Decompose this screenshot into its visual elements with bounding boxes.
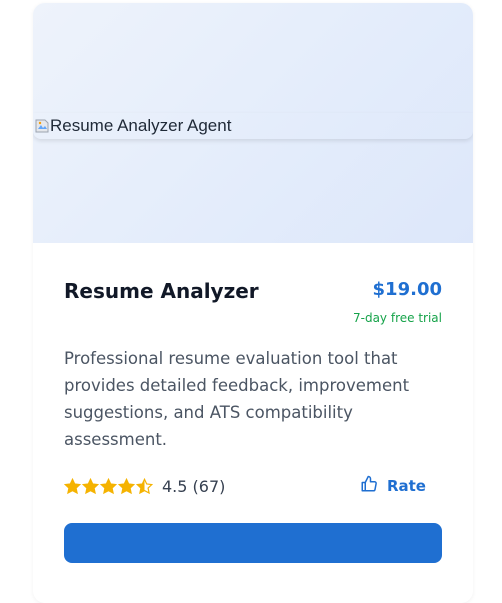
- star-icon: [64, 477, 81, 495]
- star-icon: [100, 477, 117, 495]
- card-body: Resume Analyzer $19.00 7-day free trial …: [33, 279, 473, 563]
- primary-action-button[interactable]: [64, 523, 442, 563]
- rate-label: Rate: [386, 477, 426, 495]
- meta-row: 4.5 (67) Rate: [64, 475, 442, 497]
- product-price: $19.00: [372, 279, 442, 300]
- trial-badge: 7-day free trial: [353, 311, 442, 325]
- price-block: $19.00 7-day free trial: [353, 279, 442, 325]
- rating-count: 4.5 (67): [162, 476, 226, 496]
- half-star-icon: [136, 477, 153, 495]
- star-rating: [64, 477, 153, 495]
- broken-image-icon: [35, 119, 49, 133]
- product-image: Resume Analyzer Agent: [33, 113, 473, 139]
- star-icon: [82, 477, 99, 495]
- rate-button[interactable]: Rate: [360, 475, 426, 497]
- card-hero: Resume Analyzer Agent: [33, 3, 473, 243]
- star-icon: [118, 477, 135, 495]
- product-description: Professional resume evaluation tool that…: [64, 349, 410, 449]
- rating: 4.5 (67): [64, 477, 225, 496]
- image-alt-text: Resume Analyzer Agent: [50, 116, 232, 135]
- title-row: Resume Analyzer $19.00 7-day free trial: [64, 279, 442, 325]
- product-card: Resume Analyzer Agent Resume Analyzer $1…: [33, 3, 473, 603]
- product-title: Resume Analyzer: [64, 279, 259, 303]
- thumbs-up-icon: [360, 475, 378, 497]
